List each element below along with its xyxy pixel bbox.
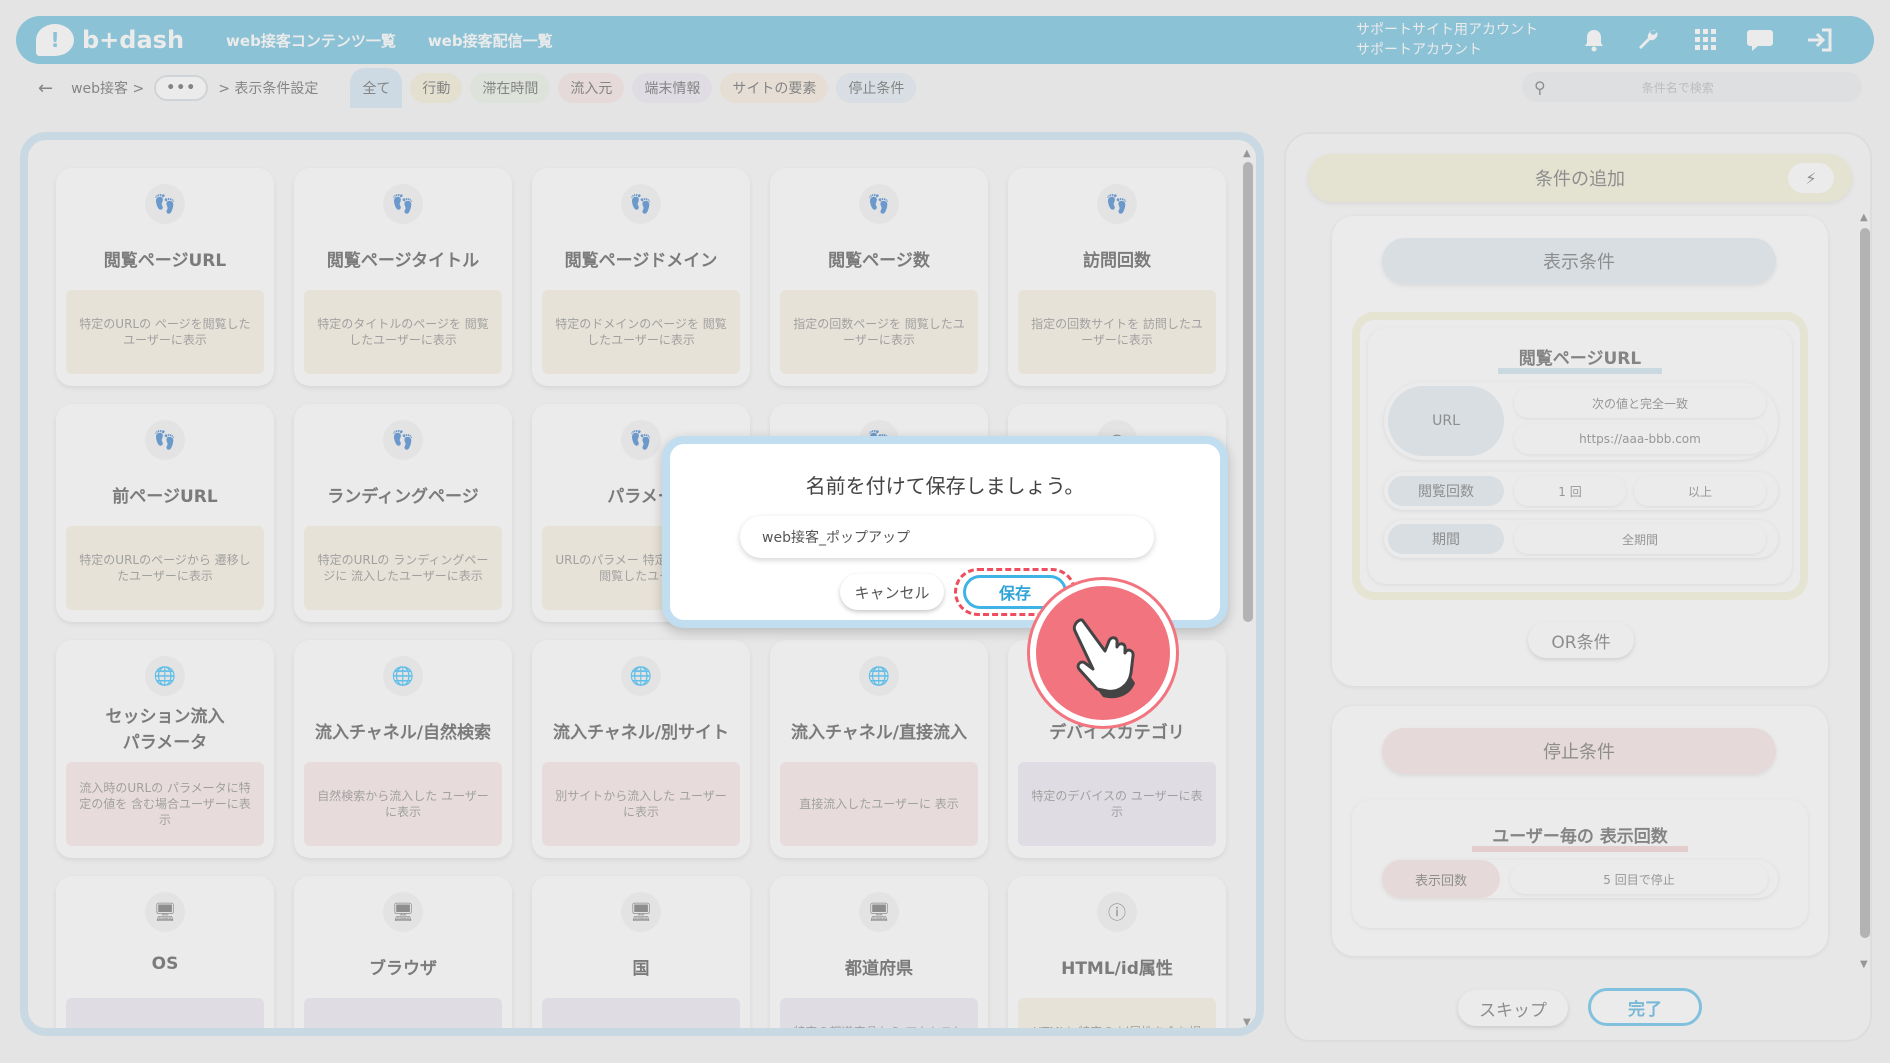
- dialog-title: 名前を付けて保存しましょう。: [805, 474, 1085, 498]
- name-input[interactable]: web接客_ポップアップ: [740, 516, 1154, 558]
- tap-hint-hand-icon: [1030, 580, 1176, 726]
- cancel-button[interactable]: キャンセル: [840, 574, 944, 610]
